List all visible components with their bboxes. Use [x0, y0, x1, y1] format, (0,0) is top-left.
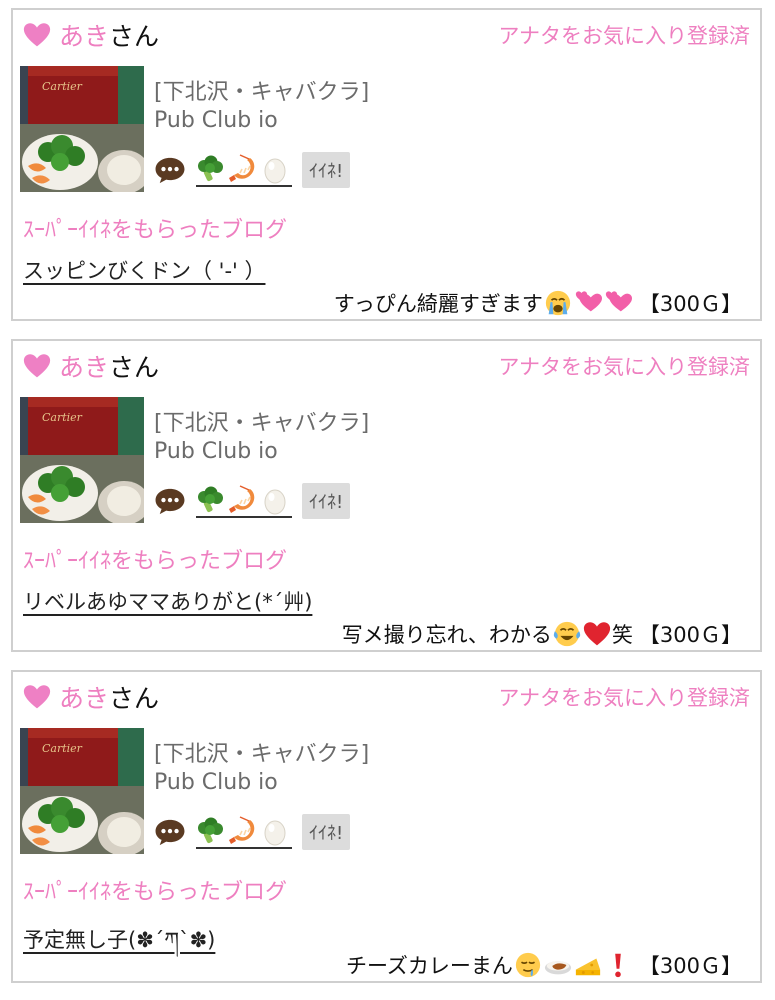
- comment-text-after: 笑: [611, 623, 633, 647]
- broccoli-icon: [196, 154, 226, 184]
- comment: すっぴん綺麗すぎます 【300Ｇ】: [334, 288, 742, 318]
- iine-button[interactable]: ｲｲﾈ!: [302, 483, 351, 519]
- super-iine-label: ｽｰﾊﾟｰｲｲﾈをもらったブログ: [23, 218, 288, 243]
- post-card: あき さん アナタをお気に入り登録済 [下北沢・キャバクラ] Pub Club …: [11, 339, 762, 652]
- shop-name[interactable]: Pub Club io: [154, 439, 278, 464]
- speech-bubble-icon[interactable]: [154, 156, 186, 184]
- blog-title-link[interactable]: 予定無し子(✽´ཀ`✽): [23, 917, 215, 976]
- comment-text: 写メ撮り忘れ、わかる: [341, 623, 552, 647]
- honorific: さん: [109, 22, 160, 51]
- reaction-row: ｲｲﾈ!: [154, 483, 351, 519]
- super-iine-label: ｽｰﾊﾟｰｲｲﾈをもらったブログ: [23, 880, 288, 905]
- heart-icon: [23, 21, 51, 49]
- food-emoji-link[interactable]: [196, 154, 292, 187]
- speech-bubble-icon[interactable]: [154, 818, 186, 846]
- crying-face-icon: [544, 289, 572, 317]
- reaction-row: ｲｲﾈ!: [154, 152, 351, 188]
- favorite-status: アナタをお気に入り登録済: [498, 24, 750, 48]
- user-row[interactable]: あき さん: [23, 349, 159, 383]
- price-label: 【300Ｇ】: [638, 623, 742, 647]
- curry-rice-icon: [544, 951, 572, 979]
- comment-text: チーズカレーまん: [345, 954, 513, 978]
- super-iine-label: ｽｰﾊﾟｰｲｲﾈをもらったブログ: [23, 549, 288, 574]
- user-name[interactable]: あき: [59, 679, 109, 715]
- shop-name[interactable]: Pub Club io: [154, 770, 278, 795]
- shrimp-icon: [228, 485, 258, 515]
- user-name[interactable]: あき: [59, 348, 109, 384]
- speech-bubble-icon[interactable]: [154, 487, 186, 515]
- tears-of-joy-icon: [553, 620, 581, 648]
- iine-button[interactable]: ｲｲﾈ!: [302, 814, 351, 850]
- user-row[interactable]: あき さん: [23, 18, 159, 52]
- user-row[interactable]: あき さん: [23, 680, 159, 714]
- favorite-status: アナタをお気に入り登録済: [498, 355, 750, 379]
- egg-icon: [260, 154, 290, 184]
- post-card: あき さん アナタをお気に入り登録済 [下北沢・キャバクラ] Pub Club …: [11, 670, 762, 983]
- favorite-status: アナタをお気に入り登録済: [498, 686, 750, 710]
- food-emoji-link[interactable]: [196, 485, 292, 518]
- shop-thumbnail[interactable]: [20, 66, 144, 192]
- shop-category: [下北沢・キャバクラ]: [154, 411, 370, 436]
- drooling-face-icon: [514, 951, 542, 979]
- cheese-icon: [574, 951, 602, 979]
- shop-category: [下北沢・キャバクラ]: [154, 80, 370, 105]
- shop-thumbnail[interactable]: [20, 728, 144, 854]
- user-name[interactable]: あき: [59, 17, 109, 53]
- comment: チーズカレーまん 【300Ｇ】: [346, 950, 742, 980]
- blog-title-link[interactable]: スッピンびくドン（ '-' ）: [23, 255, 265, 285]
- egg-icon: [260, 816, 290, 846]
- price-label: 【300Ｇ】: [638, 292, 742, 316]
- post-card: あき さん アナタをお気に入り登録済 [下北沢・キャバクラ] Pub Club …: [11, 8, 762, 321]
- shop-thumbnail[interactable]: [20, 397, 144, 523]
- shrimp-icon: [228, 816, 258, 846]
- heart-icon: [23, 683, 51, 711]
- reaction-row: ｲｲﾈ!: [154, 814, 351, 850]
- egg-icon: [260, 485, 290, 515]
- blog-title-link[interactable]: リベルあゆママありがと(*´艸): [23, 586, 312, 616]
- price-label: 【300Ｇ】: [638, 954, 742, 978]
- shrimp-icon: [228, 154, 258, 184]
- honorific: さん: [109, 684, 160, 713]
- two-hearts-icon: [574, 289, 602, 317]
- heart-icon: [23, 352, 51, 380]
- food-emoji-link[interactable]: [196, 816, 292, 849]
- two-hearts-icon: [604, 289, 632, 317]
- red-heart-icon: [583, 620, 611, 648]
- iine-button[interactable]: ｲｲﾈ!: [302, 152, 351, 188]
- comment-text: すっぴん綺麗すぎます: [333, 292, 543, 316]
- honorific: さん: [109, 353, 160, 382]
- broccoli-icon: [196, 485, 226, 515]
- exclamation-icon: [604, 951, 632, 979]
- comment: 写メ撮り忘れ、わかる 笑 【300Ｇ】: [342, 619, 742, 649]
- shop-category: [下北沢・キャバクラ]: [154, 742, 370, 767]
- broccoli-icon: [196, 816, 226, 846]
- shop-name[interactable]: Pub Club io: [154, 108, 278, 133]
